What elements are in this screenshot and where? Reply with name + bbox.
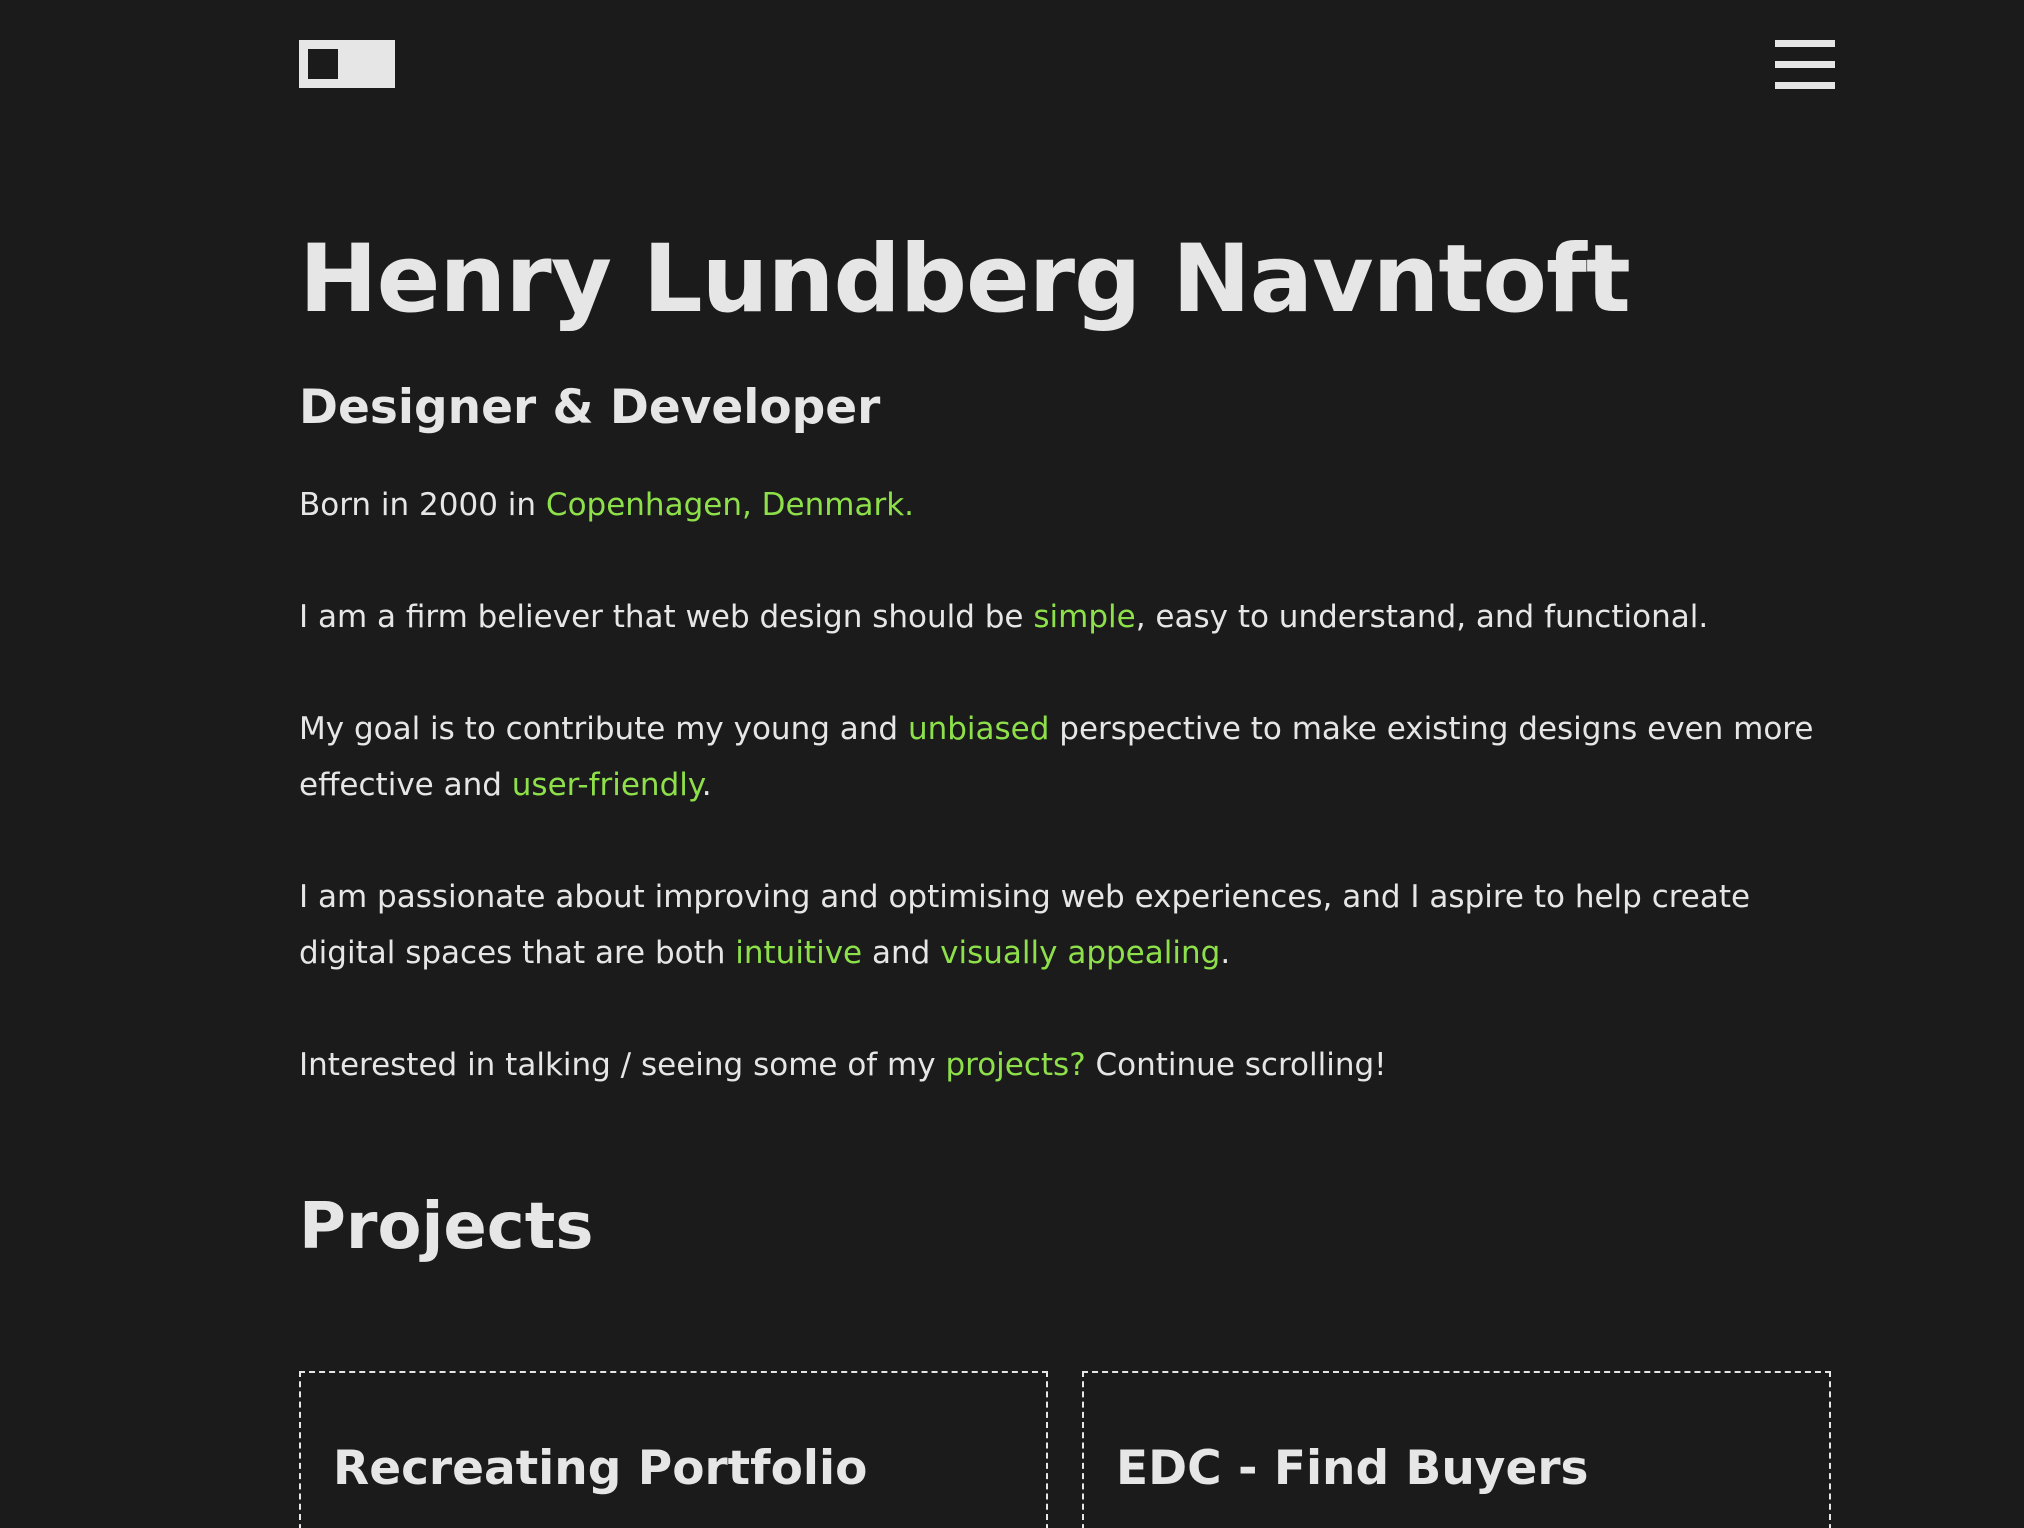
page: Henry Lundberg Navntoft Designer & Devel… — [0, 0, 2024, 1528]
project-card-edc-find-buyers[interactable]: EDC - Find Buyers — [1082, 1371, 1831, 1528]
location-link[interactable]: Copenhagen, Denmark. — [546, 487, 914, 523]
project-card-title: EDC - Find Buyers — [1116, 1441, 1589, 1496]
highlight-unbiased: unbiased — [907, 711, 1050, 747]
bio-text: . — [701, 767, 712, 803]
project-card-title: Recreating Portfolio — [333, 1441, 868, 1496]
hamburger-menu-icon[interactable] — [1775, 40, 1835, 90]
projects-link[interactable]: projects? — [945, 1047, 1085, 1083]
menu-line — [1775, 82, 1835, 89]
bio-text: I am a firm believer that web design sho… — [299, 599, 1034, 635]
bio-text: . — [1220, 935, 1231, 971]
highlight-simple: simple — [1033, 599, 1136, 635]
bio-text: Interested in talking / seeing some of m… — [299, 1047, 946, 1083]
theme-toggle-icon[interactable] — [299, 40, 395, 88]
bio-paragraph-goal: My goal is to contribute my young and un… — [299, 701, 1835, 813]
menu-line — [1775, 61, 1835, 68]
menu-line — [1775, 40, 1835, 47]
bio-text: My goal is to contribute my young and — [299, 711, 908, 747]
page-title: Henry Lundberg Navntoft — [299, 225, 1631, 334]
highlight-visually-appealing: visually appealing — [940, 935, 1221, 971]
bio-paragraph-passion: I am passionate about improving and opti… — [299, 869, 1835, 981]
bio-paragraph-cta: Interested in talking / seeing some of m… — [299, 1037, 1835, 1093]
toggle-knob — [308, 49, 338, 79]
bio-text: Continue scrolling! — [1085, 1047, 1387, 1083]
bio-text: , easy to understand, and functional. — [1135, 599, 1709, 635]
bio-paragraph-belief: I am a firm believer that web design sho… — [299, 589, 1835, 645]
bio-text: Born in 2000 in — [299, 487, 546, 523]
project-card-recreating-portfolio[interactable]: Recreating Portfolio — [299, 1371, 1048, 1528]
projects-heading: Projects — [299, 1190, 594, 1264]
highlight-intuitive: intuitive — [735, 935, 863, 971]
header — [299, 40, 1835, 90]
page-subtitle: Designer & Developer — [299, 380, 881, 435]
highlight-user-friendly: user-friendly — [511, 767, 702, 803]
bio-section: Born in 2000 in Copenhagen, Denmark. I a… — [299, 477, 1835, 1149]
bio-paragraph-birth: Born in 2000 in Copenhagen, Denmark. — [299, 477, 1835, 533]
bio-text: and — [862, 935, 941, 971]
